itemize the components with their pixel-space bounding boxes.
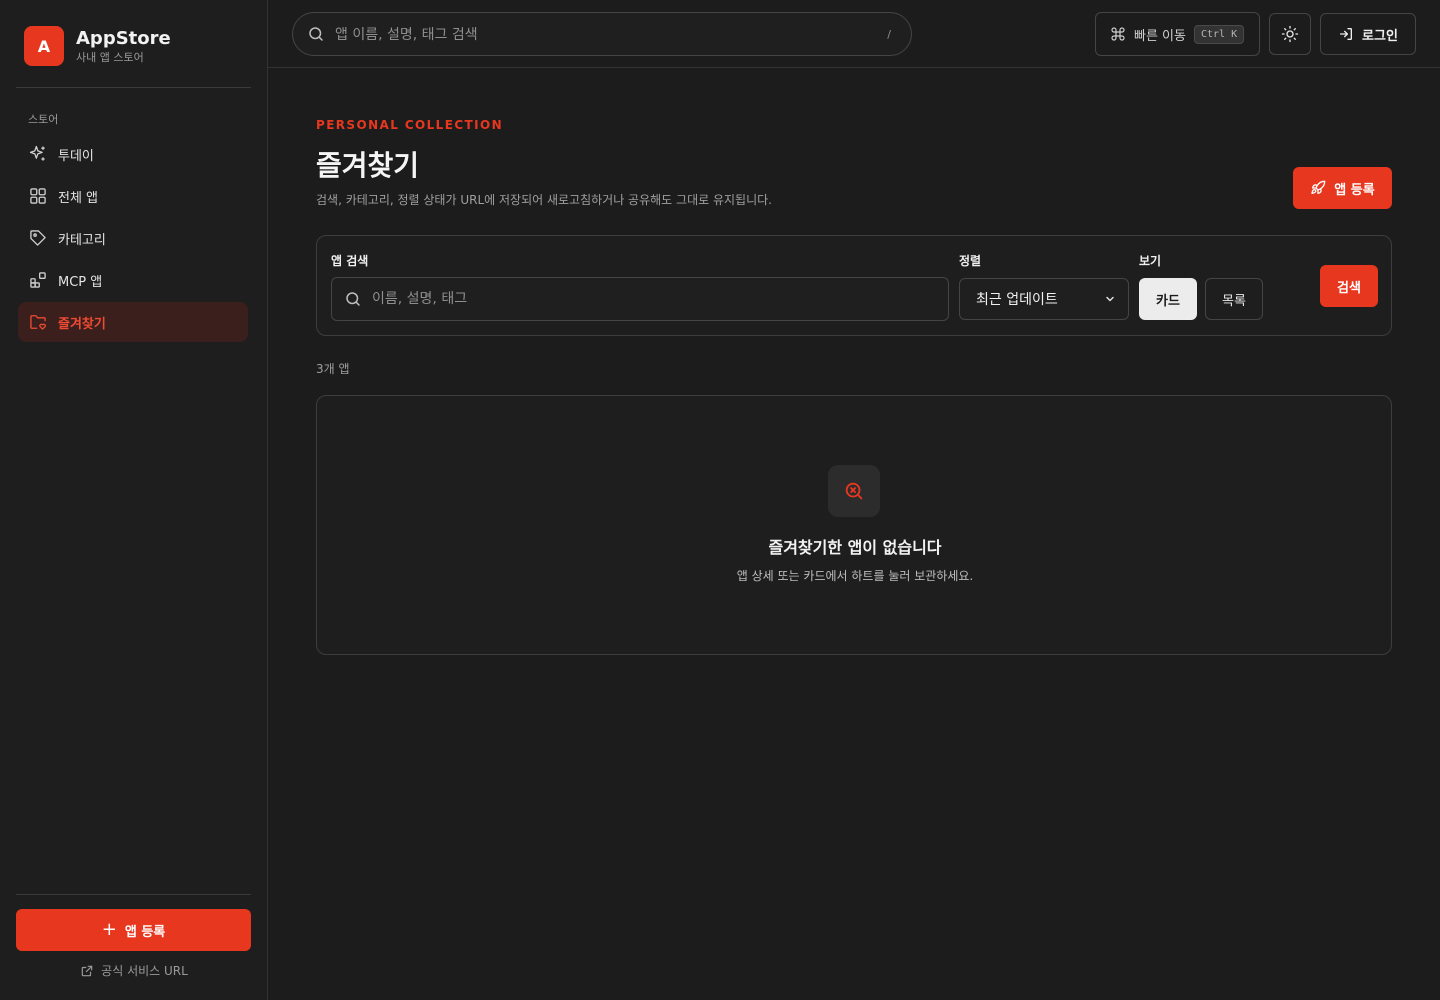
- official-service-link[interactable]: 공식 서비스 URL: [0, 962, 268, 979]
- official-service-label: 공식 서비스 URL: [101, 964, 188, 978]
- search-submit-button[interactable]: 검색: [1320, 265, 1378, 307]
- register-app-button[interactable]: 앱 등록: [1293, 167, 1392, 209]
- search-field-label: 앱 검색: [331, 254, 369, 268]
- blocks-icon: [28, 270, 48, 290]
- sidebar-item-label: 카테고리: [58, 232, 106, 248]
- sidebar-section-label: 스토어: [28, 113, 59, 126]
- sidebar: A AppStore 사내 앱 스토어 스토어 투데이 전체 앱 카테고리 MC…: [0, 0, 268, 1000]
- view-field-label: 보기: [1139, 254, 1162, 268]
- empty-state-title: 즐겨찾기한 앱이 없습니다: [768, 538, 942, 557]
- empty-state-icon-box: [828, 465, 880, 517]
- login-icon: [1338, 26, 1362, 42]
- sidebar-item-mcp-apps[interactable]: MCP 앱: [18, 260, 248, 300]
- sort-selected-value: 최근 업데이트: [976, 292, 1058, 308]
- grid-icon: [28, 186, 48, 206]
- tag-icon: [28, 228, 48, 248]
- sidebar-register-app-button[interactable]: + 앱 등록: [16, 909, 251, 951]
- view-list-button[interactable]: 목록: [1205, 278, 1263, 320]
- sidebar-item-categories[interactable]: 카테고리: [18, 218, 248, 258]
- quick-jump-button[interactable]: 빠른 이동 Ctrl K: [1095, 12, 1260, 56]
- sidebar-nav: 투데이 전체 앱 카테고리 MCP 앱 즐겨찾기: [18, 134, 248, 344]
- sort-select[interactable]: 최근 업데이트: [959, 278, 1129, 320]
- sidebar-item-label: MCP 앱: [58, 274, 103, 290]
- search-x-icon: [843, 480, 865, 502]
- quick-jump-label: 빠른 이동: [1134, 28, 1186, 44]
- brand-text: AppStore 사내 앱 스토어: [76, 28, 171, 65]
- page-title: 즐겨찾기: [316, 149, 420, 182]
- theme-toggle-button[interactable]: [1269, 13, 1311, 55]
- sun-icon: [1281, 25, 1299, 43]
- rocket-icon: [1310, 180, 1334, 196]
- view-card-button[interactable]: 카드: [1139, 278, 1197, 320]
- sidebar-item-label: 즐겨찾기: [58, 316, 106, 332]
- folder-heart-icon: [28, 312, 48, 332]
- chevron-down-icon: [1104, 293, 1116, 305]
- app-logo: A: [24, 26, 64, 66]
- sparkles-icon: [28, 144, 48, 164]
- sidebar-item-all-apps[interactable]: 전체 앱: [18, 176, 248, 216]
- brand-subtitle: 사내 앱 스토어: [76, 50, 144, 64]
- topbar: 앱 이름, 설명, 태그 검색 / 빠른 이동 Ctrl K 로그인: [268, 0, 1440, 68]
- empty-state: 즐겨찾기한 앱이 없습니다 앱 상세 또는 카드에서 하트를 눌러 보관하세요.: [316, 395, 1392, 655]
- command-icon: [1110, 26, 1126, 42]
- sidebar-item-favorites[interactable]: 즐겨찾기: [18, 302, 248, 342]
- quick-jump-shortcut: Ctrl K: [1193, 24, 1245, 44]
- brand-title: AppStore: [76, 27, 171, 49]
- login-button[interactable]: 로그인: [1320, 13, 1416, 55]
- search-icon: [307, 25, 325, 43]
- page-description: 검색, 카테고리, 정렬 상태가 URL에 저장되어 새로고침하거나 공유해도 …: [316, 193, 772, 207]
- register-app-label: 앱 등록: [1334, 182, 1375, 198]
- sidebar-item-today[interactable]: 투데이: [18, 134, 248, 174]
- result-count: 3개 앱: [316, 362, 350, 376]
- search-icon: [344, 290, 362, 308]
- app-search-field[interactable]: [331, 277, 949, 321]
- empty-state-description: 앱 상세 또는 카드에서 하트를 눌러 보관하세요.: [736, 569, 974, 583]
- sort-field-label: 정렬: [959, 254, 982, 268]
- brand[interactable]: A AppStore 사내 앱 스토어: [24, 26, 171, 66]
- global-search-input[interactable]: 앱 이름, 설명, 태그 검색 /: [292, 12, 912, 56]
- global-search-placeholder: 앱 이름, 설명, 태그 검색: [335, 27, 478, 43]
- sidebar-item-label: 전체 앱: [58, 190, 99, 206]
- sidebar-register-label: 앱 등록: [124, 924, 166, 940]
- external-link-icon: [80, 964, 94, 978]
- sidebar-item-label: 투데이: [58, 148, 94, 164]
- plus-icon: +: [101, 919, 117, 940]
- login-label: 로그인: [1362, 28, 1398, 44]
- sidebar-divider-bottom: [16, 894, 251, 895]
- page-eyebrow: PERSONAL COLLECTION: [316, 118, 504, 132]
- app-search-input[interactable]: [372, 291, 936, 307]
- filter-panel: 앱 검색 정렬 최근 업데이트 보기 카드 목록 검색: [316, 235, 1392, 336]
- sidebar-divider-top: [16, 87, 251, 88]
- search-shortcut-hint: /: [887, 27, 891, 41]
